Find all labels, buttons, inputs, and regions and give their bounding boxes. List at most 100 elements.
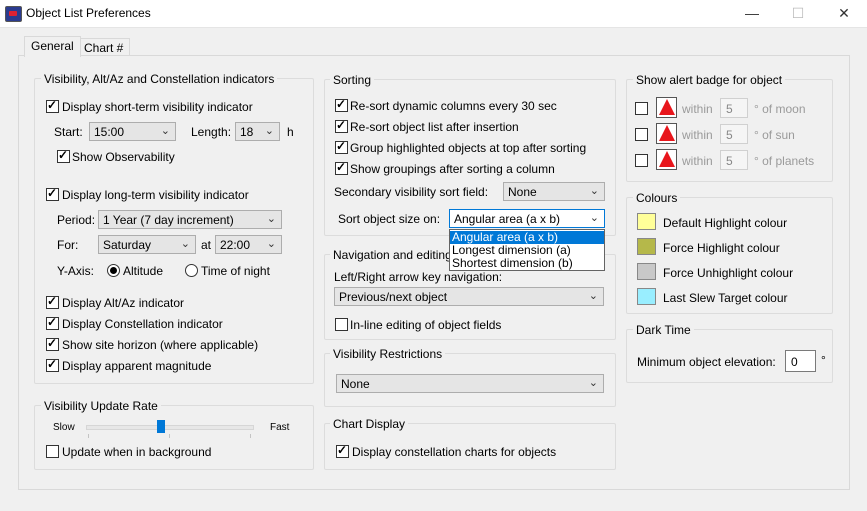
site-horizon-checkbox[interactable] <box>46 336 59 351</box>
alert-sun-checkbox[interactable] <box>635 128 648 141</box>
short-term-checkbox[interactable] <box>46 98 59 113</box>
inline-edit-checkbox[interactable] <box>335 318 348 331</box>
slider-tick <box>88 434 89 438</box>
show-groupings-checkbox[interactable] <box>335 160 348 175</box>
app-icon <box>5 6 22 22</box>
chevron-down-icon: ⌄ <box>160 125 170 137</box>
sort-size-option[interactable]: Shortest dimension (b) <box>450 257 604 270</box>
default-highlight-label: Default Highlight colour <box>663 216 788 230</box>
alert-planets-checkbox[interactable] <box>635 154 648 167</box>
alert-triangle-icon <box>656 97 677 118</box>
yaxis-label: Y-Axis: <box>57 264 94 278</box>
force-highlight-label: Force Highlight colour <box>663 241 780 255</box>
slow-label: Slow <box>53 422 75 433</box>
colours-title: Colours <box>633 191 681 205</box>
constellation-charts-label: Display constellation charts for objects <box>352 445 557 459</box>
constellation-checkbox[interactable] <box>46 315 59 330</box>
restrictions-combo[interactable]: None ⌄ <box>336 374 604 393</box>
period-value: 1 Year (7 day increment) <box>103 213 234 227</box>
alert-sun-spinner[interactable]: 5 <box>720 124 748 144</box>
site-horizon-label: Show site horizon (where applicable) <box>62 338 259 352</box>
alert-triangle-icon <box>656 149 677 170</box>
group-highlight-checkbox[interactable] <box>335 139 348 154</box>
resort-dynamic-label: Re-sort dynamic columns every 30 sec <box>350 99 557 113</box>
resort-dynamic-checkbox[interactable] <box>335 97 348 112</box>
sorting-title: Sorting <box>330 73 375 87</box>
visibility-group-title: Visibility, Alt/Az and Constellation ind… <box>41 72 278 86</box>
default-highlight-swatch[interactable] <box>637 213 656 230</box>
window-title: Object List Preferences <box>26 6 151 20</box>
inline-edit-label: In-line editing of object fields <box>350 318 502 332</box>
yaxis-time-radio[interactable] <box>185 264 198 277</box>
min-elevation-label: Minimum object elevation: <box>637 355 776 369</box>
secondary-sort-label: Secondary visibility sort field: <box>334 185 489 199</box>
restrictions-title: Visibility Restrictions <box>330 347 446 361</box>
alert-planets-suffix: ° of planets <box>754 154 815 168</box>
secondary-sort-combo[interactable]: None ⌄ <box>503 182 605 201</box>
min-elevation-input[interactable]: 0 <box>785 350 816 372</box>
alert-moon-checkbox[interactable] <box>635 102 648 115</box>
chevron-down-icon: ⌄ <box>264 125 274 137</box>
yaxis-altitude-label: Altitude <box>123 264 164 278</box>
constellation-charts-checkbox[interactable] <box>336 443 349 458</box>
group-highlight-label: Group highlighted objects at top after s… <box>350 141 587 155</box>
arrow-nav-combo[interactable]: Previous/next object ⌄ <box>334 287 604 306</box>
at-label: at <box>201 238 212 252</box>
start-label: Start: <box>54 125 83 139</box>
short-term-label: Display short-term visibility indicator <box>62 100 253 114</box>
for-label: For: <box>57 238 79 252</box>
for-day-value: Saturday <box>103 238 152 252</box>
for-time-value: 22:00 <box>220 238 251 252</box>
arrow-nav-label: Left/Right arrow key navigation: <box>334 270 503 284</box>
last-slew-swatch[interactable] <box>637 288 656 305</box>
maximize-button[interactable]: ☐ <box>775 0 821 27</box>
constellation-label: Display Constellation indicator <box>62 317 223 331</box>
force-unhighlight-swatch[interactable] <box>637 263 656 280</box>
alert-moon-spinner[interactable]: 5 <box>720 98 748 118</box>
chevron-down-icon: ⌄ <box>266 238 276 250</box>
close-button[interactable]: ✕ <box>821 0 867 27</box>
force-unhighlight-label: Force Unhighlight colour <box>663 266 794 280</box>
length-combo[interactable]: 18 ⌄ <box>235 122 280 141</box>
show-observability-checkbox[interactable] <box>57 148 70 163</box>
tab-general[interactable]: General <box>24 36 81 57</box>
fast-label: Fast <box>270 422 290 433</box>
altaz-checkbox[interactable] <box>46 294 59 309</box>
chevron-down-icon: ⌄ <box>589 185 599 197</box>
for-day-combo[interactable]: Saturday ⌄ <box>98 235 196 254</box>
alert-sun-value: 5 <box>726 128 733 142</box>
alert-moon-suffix: ° of moon <box>754 102 806 116</box>
update-rate-group <box>34 405 314 470</box>
sort-size-combo[interactable]: Angular area (a x b) ⌄ <box>449 209 605 228</box>
secondary-sort-value: None <box>508 185 537 199</box>
chart-display-title: Chart Display <box>330 417 409 431</box>
long-term-checkbox[interactable] <box>46 186 59 201</box>
alert-moon-value: 5 <box>726 102 733 116</box>
update-rate-slider-track[interactable] <box>86 425 254 430</box>
update-rate-slider-thumb[interactable] <box>156 420 165 433</box>
minimize-button[interactable]: — <box>729 0 775 27</box>
for-time-combo[interactable]: 22:00 ⌄ <box>215 235 282 254</box>
show-groupings-label: Show groupings after sorting a column <box>350 162 555 176</box>
magnitude-checkbox[interactable] <box>46 357 59 372</box>
resort-insert-checkbox[interactable] <box>335 118 348 133</box>
chevron-down-icon: ⌄ <box>180 238 190 250</box>
show-observability-label: Show Observability <box>72 150 175 164</box>
force-highlight-swatch[interactable] <box>637 238 656 255</box>
start-combo[interactable]: 15:00 ⌄ <box>89 122 176 141</box>
yaxis-altitude-radio[interactable] <box>107 264 120 277</box>
alert-planets-spinner[interactable]: 5 <box>720 150 748 170</box>
altaz-label: Display Alt/Az indicator <box>62 296 185 310</box>
long-term-label: Display long-term visibility indicator <box>62 188 249 202</box>
chevron-down-icon: ⌄ <box>588 290 598 302</box>
period-combo[interactable]: 1 Year (7 day increment) ⌄ <box>98 210 282 229</box>
sort-size-label: Sort object size on: <box>338 212 441 226</box>
arrow-nav-value: Previous/next object <box>339 290 448 304</box>
chevron-down-icon: ⌄ <box>266 213 276 225</box>
alert-planets-within: within <box>682 154 713 168</box>
last-slew-label: Last Slew Target colour <box>663 291 788 305</box>
update-rate-title: Visibility Update Rate <box>41 399 161 413</box>
min-elevation-value: 0 <box>791 355 798 369</box>
update-background-checkbox[interactable] <box>46 445 59 458</box>
dark-time-title: Dark Time <box>633 323 694 337</box>
